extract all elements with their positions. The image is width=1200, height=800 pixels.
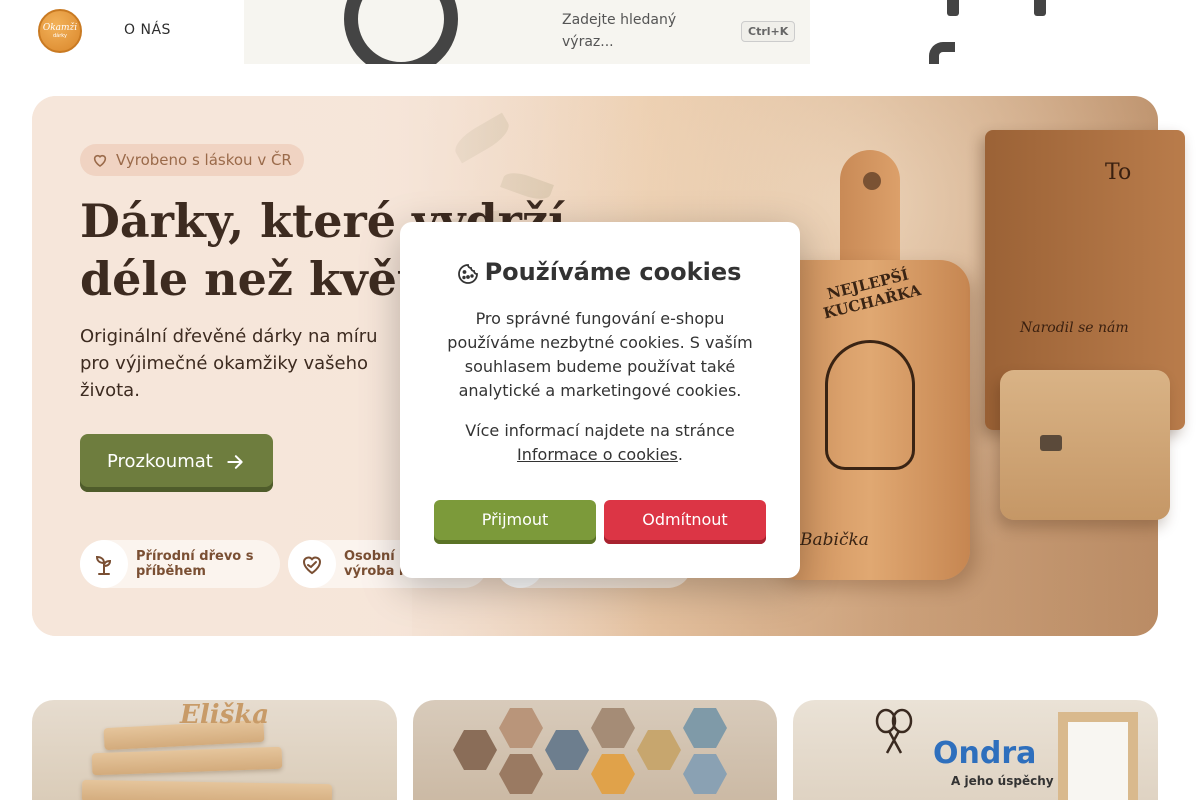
cookie-modal-more-info: Více informací najdete na stránce Inform…: [440, 419, 760, 467]
card-name-text: Ondra: [933, 736, 1037, 771]
nav-about-link[interactable]: O NÁS: [124, 22, 171, 38]
product-card-name-sign[interactable]: Eliška: [32, 700, 397, 800]
heart-icon: [93, 154, 107, 167]
notebook-top-text: To: [1105, 160, 1132, 185]
accept-cookies-button[interactable]: Přijmout: [434, 500, 596, 544]
photo-hexagon: [499, 708, 543, 748]
notebook-engraving: Narodil se nám: [1020, 320, 1129, 336]
more-info-prefix: Více informací najdete na stránce: [465, 421, 735, 440]
chef-engraving: [825, 340, 915, 470]
product-card-photo-hexagons[interactable]: [413, 700, 777, 800]
photo-hexagon: [637, 730, 681, 770]
board-signature: Babička: [800, 530, 869, 550]
photo-hexagon: [499, 754, 543, 794]
more-info-suffix: .: [677, 445, 683, 464]
card-name-text: Eliška: [180, 700, 270, 730]
wood-plank: [81, 779, 333, 800]
cutting-board-image: NEJLEPŠÍ KUCHAŘKA Babička: [770, 150, 970, 580]
photo-hexagon: [591, 754, 635, 794]
cookie-modal-text: Pro správné fungování e-shopu používáme …: [447, 309, 753, 400]
photo-hexagon: [453, 730, 497, 770]
wood-plank: [91, 746, 283, 776]
reject-cookies-button[interactable]: Odmítnout: [604, 500, 766, 544]
header-actions: [920, 0, 1060, 64]
cart-icon[interactable]: [947, 0, 959, 16]
arrow-right-icon: [227, 455, 243, 469]
explore-button[interactable]: Prozkoumat: [80, 434, 273, 492]
photo-frame: [1058, 712, 1138, 800]
search-input[interactable]: Zadejte hledaný výraz...: [562, 9, 712, 53]
box-clasp: [1040, 435, 1062, 451]
cookie-info-link[interactable]: Informace o cookies: [517, 445, 678, 464]
site-logo[interactable]: Okamži dárky: [38, 9, 82, 53]
feature-label: Přírodní dřevo s příběhem: [136, 549, 254, 579]
made-in-cz-badge: Vyrobeno s láskou v ČR: [80, 144, 304, 176]
user-icon[interactable]: [929, 42, 955, 64]
card-sub-text: A jeho úspěchy: [951, 774, 1054, 788]
product-card-achievements[interactable]: Ondra A jeho úspěchy: [793, 700, 1158, 800]
badge-label: Vyrobeno s láskou v ČR: [116, 151, 292, 169]
sprout-icon: [80, 540, 128, 588]
cookie-consent-modal: Používáme cookies Pro správné fungování …: [400, 222, 800, 578]
photo-hexagon: [591, 708, 635, 748]
wooden-box-image: [1000, 370, 1170, 520]
cookie-modal-title: Používáme cookies: [484, 258, 742, 286]
heart-hand-icon: [288, 540, 336, 588]
site-header: Okamži dárky O NÁS Zadejte hledaný výraz…: [0, 0, 1200, 64]
feature-natural-wood: Přírodní dřevo s příběhem: [80, 540, 280, 588]
logo-sub: dárky: [53, 32, 67, 39]
search-bar[interactable]: Zadejte hledaný výraz... Ctrl+K: [244, 0, 810, 64]
explore-button-label: Prozkoumat: [107, 451, 213, 472]
hero-subtitle: Originální dřevěné dárky na míru pro výj…: [80, 326, 378, 401]
logo-text: Okamži: [42, 22, 78, 33]
photo-hexagon: [683, 754, 727, 794]
photo-hexagon: [545, 730, 589, 770]
search-shortcut-badge: Ctrl+K: [741, 21, 796, 42]
account-icon[interactable]: [1034, 0, 1046, 16]
board-hole: [863, 172, 881, 190]
photo-hexagon: [683, 708, 727, 748]
badminton-rackets-icon: [875, 708, 913, 754]
search-icon: [344, 0, 458, 64]
